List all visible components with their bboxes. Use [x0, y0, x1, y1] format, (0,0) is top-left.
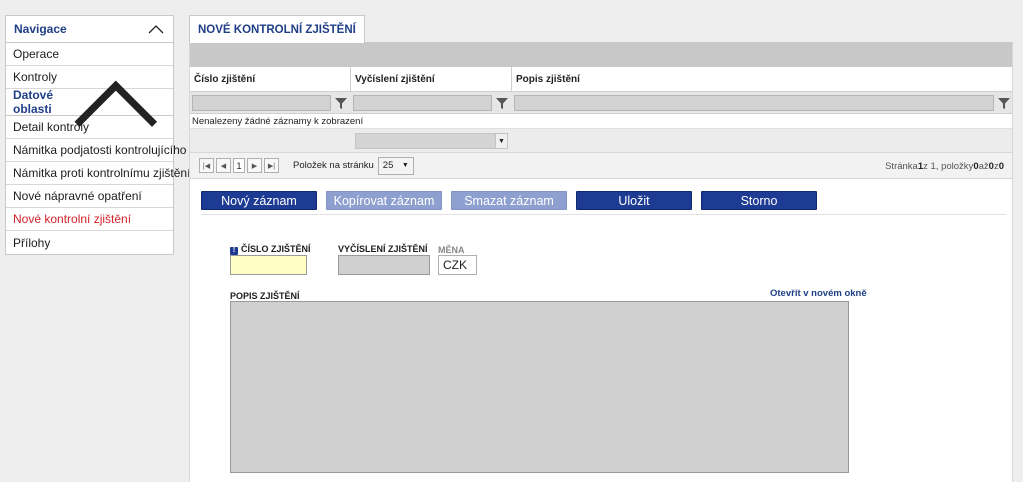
filter-icon[interactable] — [997, 96, 1011, 110]
grid-filter-row — [190, 92, 1012, 114]
sidebar-item-label: Operace — [13, 47, 60, 61]
sidebar-item-label: Kontroly — [13, 70, 58, 84]
filter-input-cislo[interactable] — [192, 94, 331, 111]
divider — [201, 214, 1006, 215]
action-toolbar: Nový záznam Kopírovat záznam Smazat zázn… — [201, 191, 817, 210]
per-page-select[interactable]: 25 ▼ — [377, 156, 414, 175]
sidebar-item-prilohy[interactable]: Přílohy — [6, 231, 173, 254]
sidebar-item-label: Přílohy — [13, 235, 51, 250]
pager-info-to-word: až — [978, 160, 989, 172]
open-new-window-link[interactable]: Otevřít v novém okně — [770, 288, 867, 299]
copy-record-button[interactable]: Kopírovat záznam — [326, 191, 442, 210]
first-page-button[interactable]: |◀ — [199, 158, 214, 173]
sidebar-item-label: Námitka podjatosti kontrolujícího — [13, 143, 187, 157]
new-record-button[interactable]: Nový záznam — [201, 191, 317, 210]
sidebar-item-namitka-podjatosti[interactable]: Námitka podjatosti kontrolujícího — [6, 139, 186, 162]
main-panel: Číslo zjištění Vyčíslení zjištění Popis … — [189, 42, 1013, 482]
chevron-up-icon — [148, 25, 164, 34]
sidebar-item-operace[interactable]: Operace — [6, 43, 173, 66]
required-icon: ! — [230, 247, 238, 255]
cislo-field-label: ! ČÍSLO ZJIŠTĚNÍ — [230, 244, 311, 255]
sidebar: Navigace Operace Kontroly Datové oblasti… — [5, 15, 190, 255]
nav-section-header[interactable]: Navigace — [6, 16, 173, 43]
per-page-value: 25 — [382, 160, 394, 171]
grid-combo-select[interactable]: ▼ — [355, 133, 508, 149]
vycisleni-zjisteni-input[interactable] — [338, 255, 430, 275]
pager-info-prefix: Stránka — [885, 160, 918, 172]
cancel-button[interactable]: Storno — [701, 191, 817, 210]
data-section-header[interactable]: Datové oblasti — [6, 80, 173, 127]
sidebar-item-label: Námitka proti kontrolnímu zjištění — [13, 166, 191, 180]
pager-info-mid: z 1, položky — [923, 160, 974, 172]
vycisleni-field-label: VYČÍSLENÍ ZJIŠTĚNÍ — [338, 244, 428, 254]
last-page-button[interactable]: ▶| — [264, 158, 279, 173]
mena-input[interactable]: CZK — [438, 255, 477, 275]
cislo-zjisteni-input[interactable] — [230, 255, 307, 275]
popis-field-label: POPIS ZJIŠTĚNÍ — [230, 291, 300, 301]
mena-field-label: MĚNA — [438, 245, 465, 255]
save-button[interactable]: Uložit — [576, 191, 692, 210]
column-header-vycisleni[interactable]: Vyčíslení zjištění — [351, 67, 512, 91]
grid-toolbar — [190, 42, 1012, 67]
chevron-down-icon: ▼ — [401, 162, 409, 169]
next-page-button[interactable]: ▶ — [247, 158, 262, 173]
filter-icon[interactable] — [334, 96, 348, 110]
prev-page-button[interactable]: ◀ — [216, 158, 231, 173]
sidebar-item-label: Nové kontrolní zjištění — [13, 212, 132, 226]
pager: |◀ ◀ 1 ▶ ▶| Položek na stránku 25 ▼ Strá… — [190, 153, 1012, 179]
sidebar-item-napravne-opatreni[interactable]: Nové nápravné opatření — [6, 185, 173, 208]
sidebar-item-kontrolni-zjisteni[interactable]: Nové kontrolní zjištění — [6, 208, 173, 231]
tab-label: NOVÉ KONTROLNÍ ZJIŠTĚNÍ — [198, 23, 356, 36]
chevron-down-icon: ▼ — [495, 134, 507, 148]
page-number-input[interactable]: 1 — [233, 158, 245, 173]
delete-record-button[interactable]: Smazat záznam — [451, 191, 567, 210]
pager-info: Stránka 1 z 1, položky 0 až 0 z 0 — [885, 153, 1004, 179]
per-page-label: Položek na stránku — [293, 160, 374, 171]
tab-nove-kontrolni-zjisteni[interactable]: NOVÉ KONTROLNÍ ZJIŠTĚNÍ — [189, 15, 365, 43]
pager-info-total: 0 — [998, 160, 1004, 172]
sidebar-item-label: Detail kontroly — [13, 120, 90, 134]
nav-section-title: Navigace — [14, 22, 67, 36]
filter-icon[interactable] — [495, 96, 509, 110]
column-header-popis[interactable]: Popis zjištění — [512, 67, 1012, 91]
grid-empty-message: Nenalezeny žádné záznamy k zobrazení — [190, 114, 1012, 129]
filter-input-vycisleni[interactable] — [353, 94, 492, 111]
column-header-cislo[interactable]: Číslo zjištění — [190, 67, 351, 91]
cislo-label-text: ČÍSLO ZJIŠTĚNÍ — [241, 244, 311, 254]
popis-zjisteni-textarea[interactable] — [230, 301, 849, 473]
sidebar-item-namitka-proti-zjisteni[interactable]: Námitka proti kontrolnímu zjištění — [6, 162, 190, 185]
data-section-title: Datové oblasti — [13, 88, 54, 116]
sidebar-item-label: Nové nápravné opatření — [13, 189, 142, 203]
filter-input-popis[interactable] — [514, 94, 994, 111]
grid-scroll-row: ▼ — [190, 129, 1012, 153]
grid-header: Číslo zjištění Vyčíslení zjištění Popis … — [190, 67, 1012, 92]
